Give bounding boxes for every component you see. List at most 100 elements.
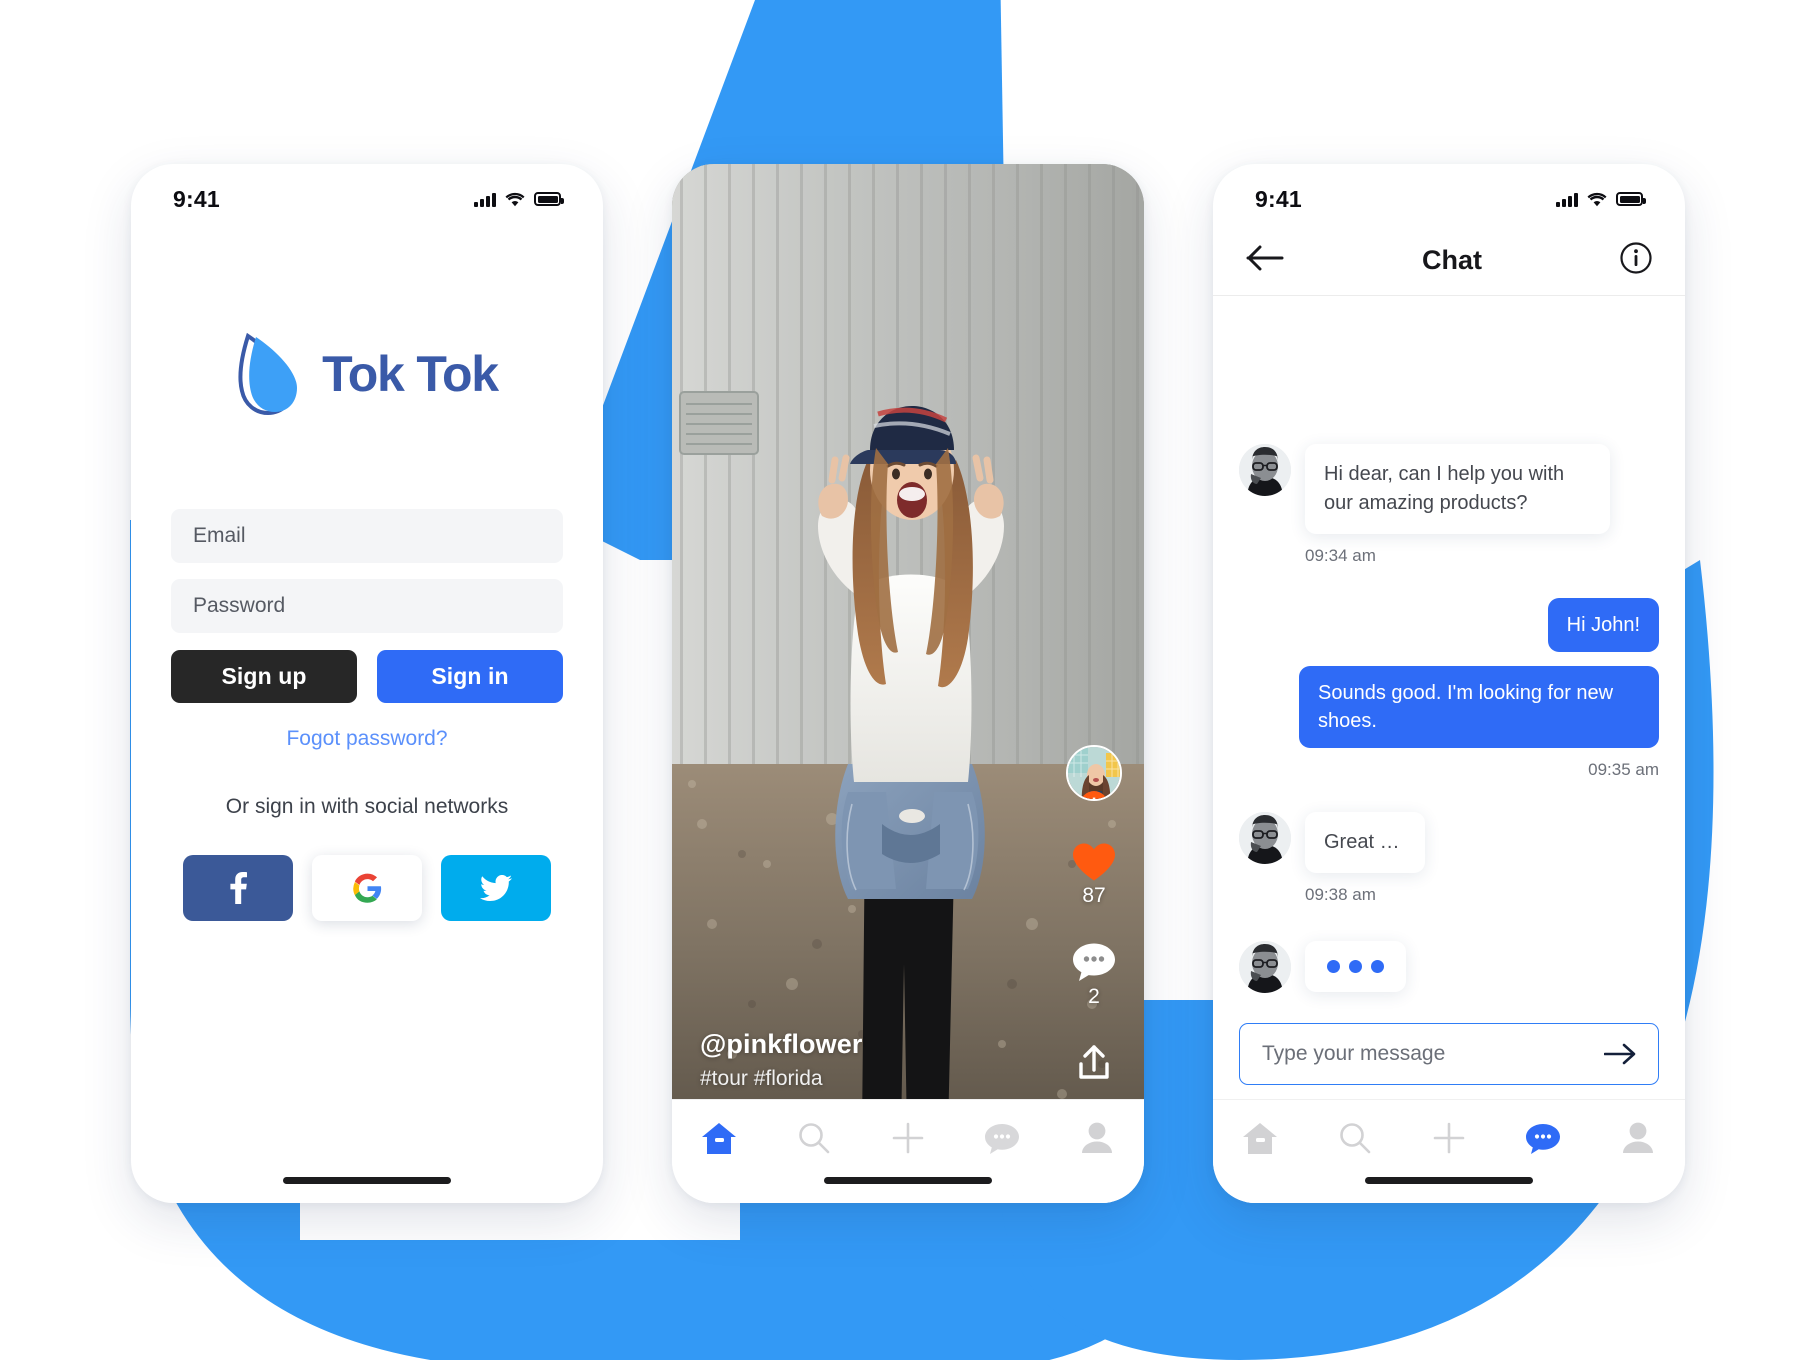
info-button[interactable] [1620,242,1652,279]
signal-bars-icon [1556,192,1578,207]
plus-icon [1433,1122,1465,1154]
feed-action-rail: + 87 2 [1066,745,1122,1083]
twitter-icon [480,874,512,901]
login-status-bar: 9:41 [131,164,603,226]
message-bubble: Great … [1305,812,1425,873]
search-icon [1339,1123,1370,1154]
wifi-icon [1587,192,1607,206]
facebook-icon [229,872,247,904]
send-button[interactable] [1604,1043,1636,1065]
arrow-left-icon [1246,245,1284,271]
like-action[interactable]: 87 [1073,843,1115,908]
person-icon [1081,1122,1112,1153]
back-button[interactable] [1246,245,1284,276]
email-field[interactable] [171,509,563,563]
google-icon [352,873,381,903]
battery-icon [1616,192,1646,206]
typing-indicator [1305,941,1406,992]
message-group-2: Hi John! Sounds good. I'm looking for ne… [1239,598,1659,780]
tab-create[interactable] [1421,1114,1477,1162]
message-group-3: Great … 09:38 am [1239,812,1659,905]
message-timestamp: 09:34 am [1305,546,1376,565]
message-bubble: Sounds good. I'm looking for new shoes. [1299,666,1659,748]
tab-create[interactable] [880,1114,936,1162]
chat-tabbar [1213,1099,1685,1203]
message-group-1: Hi dear, can I help you with our amazing… [1239,444,1659,566]
status-time: 9:41 [173,185,220,212]
typing-dot [1371,960,1384,973]
app-logo: Tok Tok [171,333,563,415]
login-content: Tok Tok Sign up Sign in Fogot password? … [131,333,603,1203]
login-phone: 9:41 Tok Tok Email Sign up Sign in Fogot… [131,164,603,1203]
tab-profile[interactable] [1069,1114,1125,1162]
status-time: 9:41 [1255,185,1302,212]
share-action[interactable] [1074,1043,1114,1083]
tab-search[interactable] [786,1114,842,1162]
wifi-icon [505,192,525,206]
feed-username: @pinkflower [700,1029,863,1059]
person-icon [1622,1122,1653,1153]
feed-author-avatar[interactable]: + [1066,745,1122,801]
feed-caption: @pinkflower #tour #florida [700,1029,862,1091]
avatar-art [1239,444,1291,496]
sign-in-button[interactable]: Sign in [377,650,563,703]
tab-home[interactable] [691,1114,747,1162]
tab-search[interactable] [1327,1114,1383,1162]
message-input[interactable] [1262,1042,1604,1066]
home-icon [1243,1122,1278,1154]
password-field[interactable] [171,579,563,633]
tab-messages[interactable] [1515,1114,1571,1162]
screenshot-stage: 9:41 Tok Tok Email Sign up Sign in Fogot… [0,0,1800,1360]
twitter-sign-in-button[interactable] [441,855,551,921]
heart-icon [1073,843,1115,881]
tab-messages[interactable] [974,1114,1030,1162]
signal-bars-icon [474,192,496,207]
chat-bubble-icon [1526,1123,1561,1154]
tab-profile[interactable] [1610,1114,1666,1162]
feed-phone: + 87 2 [672,164,1144,1203]
message-bubble: Hi dear, can I help you with our amazing… [1305,444,1610,534]
facebook-sign-in-button[interactable] [183,855,293,921]
chat-composer [1239,1023,1659,1085]
feed-status-bar [672,164,1144,226]
avatar [1239,812,1291,864]
chat-phone: 9:41 Chat Hi dear, can I help you with o… [1213,164,1685,1203]
tab-home[interactable] [1232,1114,1288,1162]
share-icon [1079,1045,1109,1079]
typing-dot [1327,960,1340,973]
home-icon [702,1122,737,1154]
arrow-right-icon [1604,1043,1636,1065]
home-indicator [283,1177,451,1184]
avatar-art [1239,812,1291,864]
feed-hashtags: #tour #florida [700,1067,823,1090]
sign-up-button[interactable]: Sign up [171,650,357,703]
login-fields [171,509,563,633]
typing-indicator-row [1239,941,1659,993]
search-icon [798,1123,829,1154]
message-bubble: Hi John! [1547,598,1659,652]
info-circle-icon [1620,242,1652,274]
comment-action[interactable]: 2 [1073,942,1115,1009]
comment-icon [1073,943,1115,981]
logo-text: Tok Tok [322,346,499,402]
chat-bubble-icon [985,1123,1020,1154]
comment-count: 2 [1088,985,1100,1008]
chat-header: Chat [1213,226,1685,296]
social-buttons [171,855,563,921]
teardrop-logo-icon [238,333,298,415]
auth-buttons: Sign up Sign in [171,650,563,703]
like-count: 87 [1082,884,1106,907]
message-timestamp: 09:38 am [1305,885,1376,904]
battery-icon [534,192,564,206]
chat-messages: Hi dear, can I help you with our amazing… [1213,296,1685,1011]
typing-dot [1349,960,1362,973]
plus-icon [892,1122,924,1154]
forgot-password-link[interactable]: Fogot password? [171,727,563,751]
message-row: Hi dear, can I help you with our amazing… [1239,444,1659,534]
social-sign-in-label: Or sign in with social networks [225,795,509,818]
page-title: Chat [1422,245,1482,275]
google-sign-in-button[interactable] [312,855,422,921]
home-indicator [1365,1177,1533,1184]
message-row: Great … [1239,812,1659,873]
message-input-box[interactable] [1239,1023,1659,1085]
